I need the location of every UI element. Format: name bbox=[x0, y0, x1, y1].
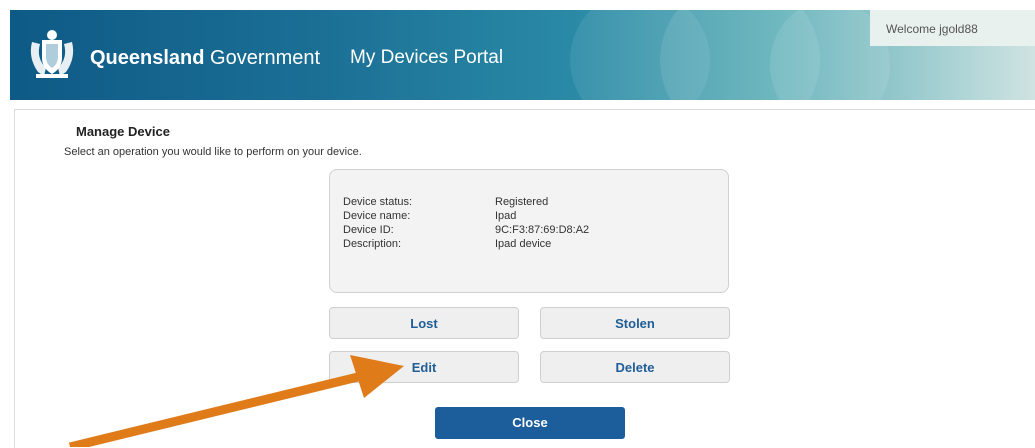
page-title: Manage Device bbox=[76, 124, 170, 139]
welcome-message: Welcome jgold88 bbox=[870, 10, 1035, 46]
brand-name[interactable]: Queensland Government bbox=[90, 47, 320, 70]
device-name-value: Ipad bbox=[495, 210, 517, 222]
close-button[interactable]: Close bbox=[435, 407, 625, 439]
device-status-label: Device status: bbox=[343, 196, 413, 208]
delete-button[interactable]: Delete bbox=[540, 351, 730, 383]
device-info-box: Device status: Registered Device name: I… bbox=[329, 169, 729, 293]
device-status-value: Registered bbox=[495, 196, 549, 208]
page-subtitle: Select an operation you would like to pe… bbox=[64, 146, 362, 158]
device-name-label: Device name: bbox=[343, 210, 411, 222]
brand-name-bold: Queensland bbox=[90, 47, 205, 69]
device-id-label: Device ID: bbox=[343, 224, 394, 236]
lost-button[interactable]: Lost bbox=[329, 307, 519, 339]
queensland-crest-icon bbox=[30, 30, 74, 78]
device-description-value: Ipad device bbox=[495, 238, 552, 250]
device-description-label: Description: bbox=[343, 238, 402, 250]
edit-button[interactable]: Edit bbox=[329, 351, 519, 383]
device-id-value: 9C:F3:87:69:D8:A2 bbox=[495, 224, 590, 236]
stolen-button[interactable]: Stolen bbox=[540, 307, 730, 339]
brand-name-rest: Government bbox=[204, 47, 321, 69]
portal-title[interactable]: My Devices Portal bbox=[350, 47, 503, 69]
